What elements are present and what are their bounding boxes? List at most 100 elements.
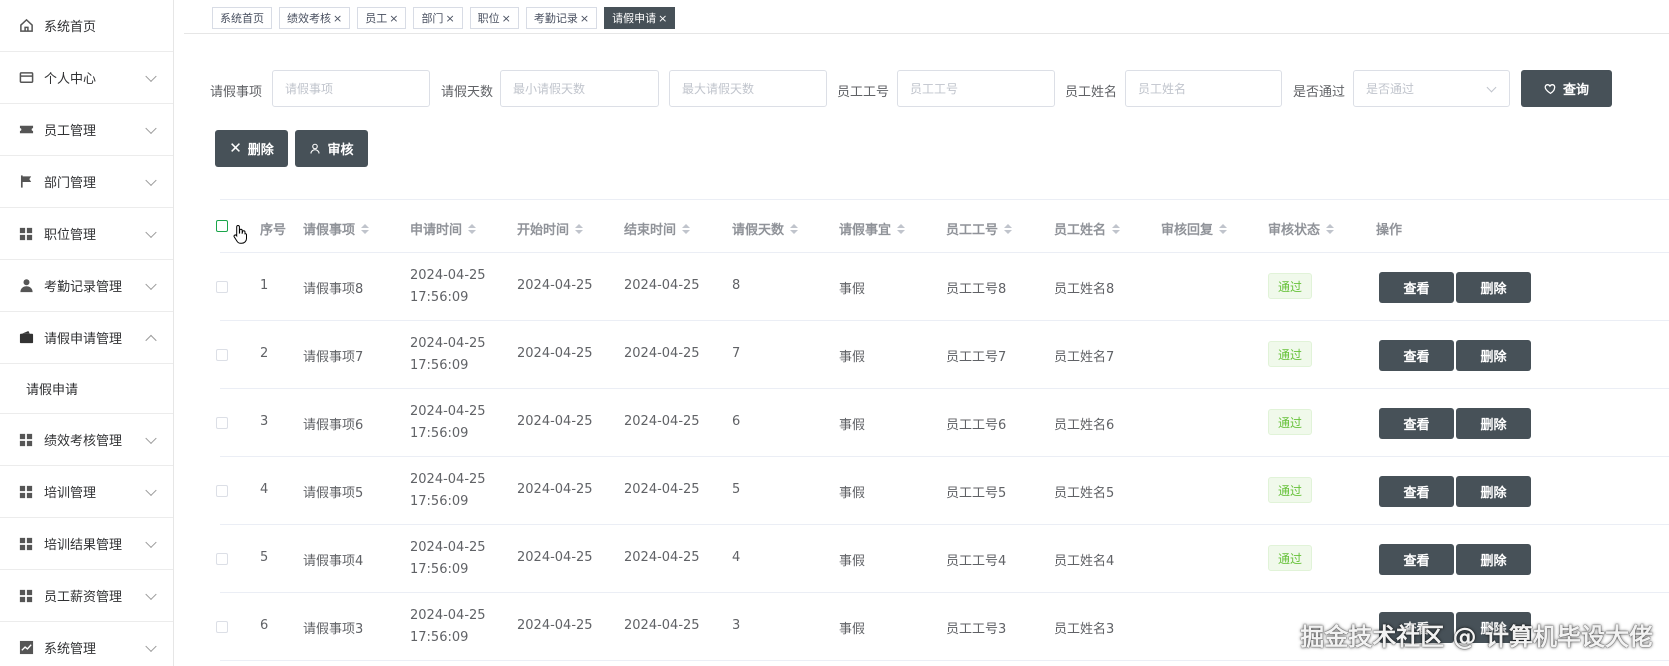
column-header-emp-name[interactable]: 员工姓名 bbox=[1054, 219, 1121, 238]
sort-caret-icon[interactable] bbox=[682, 223, 691, 234]
tab-0[interactable]: 系统首页 bbox=[212, 7, 272, 29]
row-checkbox[interactable] bbox=[216, 485, 228, 497]
cell-days: 3 bbox=[732, 618, 741, 633]
view-button[interactable]: 查看 bbox=[1379, 476, 1454, 507]
tab-label: 部门 bbox=[421, 12, 444, 25]
sidebar-item-0[interactable]: 系统首页 bbox=[0, 0, 173, 52]
cell-leave-item: 请假事项3 bbox=[303, 622, 364, 637]
emp-name-input[interactable]: 员工姓名 bbox=[1125, 70, 1282, 107]
cell-end-time: 2024-04-25 bbox=[624, 278, 700, 293]
column-header-leave-item[interactable]: 请假事项 bbox=[303, 219, 370, 238]
sort-caret-icon[interactable] bbox=[575, 223, 584, 234]
cell-emp-name: 员工姓名4 bbox=[1054, 554, 1115, 569]
tab-close-icon[interactable]: × bbox=[389, 12, 398, 25]
tab-close-icon[interactable]: × bbox=[658, 12, 667, 25]
column-header-apply-time[interactable]: 申请时间 bbox=[410, 219, 477, 238]
cell-leave-item: 请假事项5 bbox=[303, 486, 364, 501]
card-icon bbox=[18, 70, 34, 86]
sidebar-item-3[interactable]: 部门管理 bbox=[0, 156, 173, 208]
delete-button[interactable]: 删除 bbox=[1456, 408, 1531, 439]
sort-caret-icon[interactable] bbox=[1112, 223, 1121, 234]
min-days-input[interactable]: 最小请假天数 bbox=[500, 70, 659, 107]
status-badge: 通过 bbox=[1268, 477, 1313, 503]
sidebar-item-12[interactable]: 系统管理 bbox=[0, 622, 173, 666]
column-header-reply[interactable]: 审核回复 bbox=[1161, 219, 1228, 238]
sort-caret-icon[interactable] bbox=[1219, 223, 1228, 234]
column-header-label: 操作 bbox=[1376, 223, 1403, 238]
view-button[interactable]: 查看 bbox=[1379, 340, 1454, 371]
view-button[interactable]: 查看 bbox=[1379, 544, 1454, 575]
tab-label: 员工 bbox=[365, 12, 388, 25]
sort-caret-icon[interactable] bbox=[361, 223, 370, 234]
emp-no-input[interactable]: 员工工号 bbox=[897, 70, 1055, 107]
sidebar-subitem-leave-request[interactable]: 请假申请 bbox=[0, 364, 173, 414]
delete-button[interactable]: 删除 bbox=[1456, 544, 1531, 575]
sidebar-item-9[interactable]: 培训管理 bbox=[0, 466, 173, 518]
sort-caret-icon[interactable] bbox=[790, 223, 799, 234]
sidebar-item-8[interactable]: 绩效考核管理 bbox=[0, 414, 173, 466]
review-button[interactable]: 审核 bbox=[295, 130, 368, 167]
sidebar-item-10[interactable]: 培训结果管理 bbox=[0, 518, 173, 570]
column-header-end-time[interactable]: 结束时间 bbox=[624, 219, 691, 238]
row-checkbox[interactable] bbox=[216, 553, 228, 565]
row-checkbox[interactable] bbox=[216, 281, 228, 293]
select-all-checkbox[interactable] bbox=[216, 220, 228, 232]
sidebar-item-label: 系统首页 bbox=[44, 20, 97, 35]
cell-emp-no: 员工工号6 bbox=[946, 418, 1007, 433]
batch-delete-button[interactable]: ✕ 删除 bbox=[215, 130, 288, 167]
max-days-input[interactable]: 最大请假天数 bbox=[669, 70, 827, 107]
tab-2[interactable]: 员工 × bbox=[357, 7, 407, 29]
cell-start-time: 2024-04-25 bbox=[517, 482, 593, 497]
sidebar-item-2[interactable]: 员工管理 bbox=[0, 104, 173, 156]
table-row: 3 请假事项6 2024-04-25 17:56:09 2024-04-25 2024-… bbox=[216, 389, 1669, 457]
view-button[interactable]: 查看 bbox=[1379, 272, 1454, 303]
status-badge: 通过 bbox=[1268, 273, 1313, 299]
sort-caret-icon[interactable] bbox=[897, 223, 906, 234]
column-header-start-time[interactable]: 开始时间 bbox=[517, 219, 584, 238]
query-button[interactable]: 查询 bbox=[1521, 70, 1612, 107]
cell-leave-item: 请假事项4 bbox=[303, 554, 364, 569]
column-header-days[interactable]: 请假天数 bbox=[732, 219, 799, 238]
cell-start-time: 2024-04-25 bbox=[517, 414, 593, 429]
table-row: 1 请假事项8 2024-04-25 17:56:09 2024-04-25 2024-… bbox=[216, 253, 1669, 321]
heart-icon bbox=[1544, 84, 1556, 95]
tab-3[interactable]: 部门 × bbox=[413, 7, 463, 29]
column-header-label: 序号 bbox=[260, 223, 287, 238]
table-row: 4 请假事项5 2024-04-25 17:56:09 2024-04-25 2024-… bbox=[216, 457, 1669, 525]
tab-close-icon[interactable]: × bbox=[445, 12, 454, 25]
leave-item-input[interactable]: 请假事项 bbox=[272, 70, 430, 107]
view-button[interactable]: 查看 bbox=[1379, 408, 1454, 439]
tab-close-icon[interactable]: × bbox=[580, 12, 589, 25]
tab-4[interactable]: 职位 × bbox=[469, 7, 519, 29]
tab-5[interactable]: 考勤记录 × bbox=[525, 7, 598, 29]
column-header-ops: 操作 bbox=[1376, 219, 1402, 238]
row-checkbox[interactable] bbox=[216, 417, 228, 429]
row-checkbox[interactable] bbox=[216, 349, 228, 361]
sort-caret-icon[interactable] bbox=[1326, 223, 1335, 234]
review-button-label: 审核 bbox=[327, 143, 354, 158]
column-header-reason[interactable]: 请假事宜 bbox=[839, 219, 906, 238]
approved-select[interactable]: 是否通过 bbox=[1353, 70, 1510, 107]
delete-button[interactable]: 删除 bbox=[1456, 272, 1531, 303]
sidebar-item-11[interactable]: 员工薪资管理 bbox=[0, 570, 173, 622]
cell-apply-time: 2024-04-25 17:56:09 bbox=[410, 336, 486, 373]
column-header-emp-no[interactable]: 员工工号 bbox=[946, 219, 1013, 238]
delete-button[interactable]: 删除 bbox=[1456, 340, 1531, 371]
tab-close-icon[interactable]: × bbox=[502, 12, 511, 25]
sidebar-item-4[interactable]: 职位管理 bbox=[0, 208, 173, 260]
column-header-status[interactable]: 审核状态 bbox=[1268, 219, 1335, 238]
sort-caret-icon[interactable] bbox=[1004, 223, 1013, 234]
user-outline-icon bbox=[310, 143, 321, 154]
tab-1[interactable]: 绩效考核 × bbox=[279, 7, 351, 29]
sidebar-item-5[interactable]: 考勤记录管理 bbox=[0, 260, 173, 312]
tab-close-icon[interactable]: × bbox=[333, 12, 342, 25]
cell-emp-no: 员工工号5 bbox=[946, 486, 1007, 501]
sort-caret-icon[interactable] bbox=[468, 223, 477, 234]
tab-6[interactable]: 请假申请 × bbox=[604, 7, 676, 29]
row-checkbox[interactable] bbox=[216, 621, 228, 633]
sidebar-item-6[interactable]: 请假申请管理 bbox=[0, 312, 173, 364]
status-badge: 通过 bbox=[1268, 545, 1313, 571]
days-label: 请假天数 bbox=[441, 85, 494, 100]
sidebar-item-1[interactable]: 个人中心 bbox=[0, 52, 173, 104]
delete-button[interactable]: 删除 bbox=[1456, 476, 1531, 507]
